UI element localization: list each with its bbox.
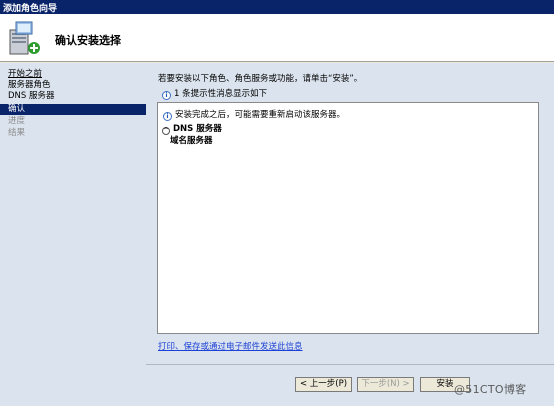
previous-button[interactable]: < 上一步(P)	[295, 377, 352, 392]
nav-item-progress: 进度	[8, 116, 26, 126]
server-roles-wizard-icon	[9, 21, 40, 55]
nav-item-before-you-begin[interactable]: 开始之前	[0, 69, 146, 80]
collapse-icon[interactable]: ^	[162, 127, 170, 135]
restart-notice-text: 安装完成之后，可能需要重新启动该服务器。	[175, 110, 346, 120]
message-count-text: 1 条提示性消息显示如下	[174, 89, 268, 99]
title-bar: 添加角色向导	[0, 0, 554, 14]
restart-notice: i 安装完成之后，可能需要重新启动该服务器。	[163, 108, 345, 121]
selection-details-box[interactable]: i 安装完成之后，可能需要重新启动该服务器。 ^ DNS 服务器 域名服务器	[157, 102, 539, 334]
nav-item-results: 结果	[8, 128, 26, 138]
content-pane: 若要安装以下角色、角色服务或功能，请单击“安装”。 i1 条提示性消息显示如下 …	[146, 63, 554, 406]
nav-item-server-roles[interactable]: 服务器角色	[0, 80, 146, 91]
message-summary: i1 条提示性消息显示如下	[162, 87, 267, 100]
button-divider	[146, 364, 554, 365]
nav-item-confirmation[interactable]: 确认	[0, 104, 146, 115]
nav-item-dns-server[interactable]: DNS 服务器	[0, 91, 146, 102]
dns-section-item: 域名服务器	[170, 136, 213, 146]
wizard-header: 确认安装选择	[0, 14, 554, 62]
info-icon: i	[163, 112, 172, 121]
page-title: 确认安装选择	[55, 34, 121, 47]
intro-text: 若要安装以下角色、角色服务或功能，请单击“安装”。	[158, 74, 363, 84]
next-button: 下一步(N) >	[357, 377, 414, 392]
info-icon: i	[162, 91, 171, 100]
window-title: 添加角色向导	[3, 4, 58, 14]
wizard-navigation: 开始之前 服务器角色 DNS 服务器 确认 进度 结果	[0, 63, 146, 406]
watermark-text: @51CTO博客	[454, 383, 527, 396]
print-save-email-link[interactable]: 打印、保存或通过电子邮件发送此信息	[158, 340, 303, 352]
dns-section-title: DNS 服务器	[173, 124, 222, 134]
